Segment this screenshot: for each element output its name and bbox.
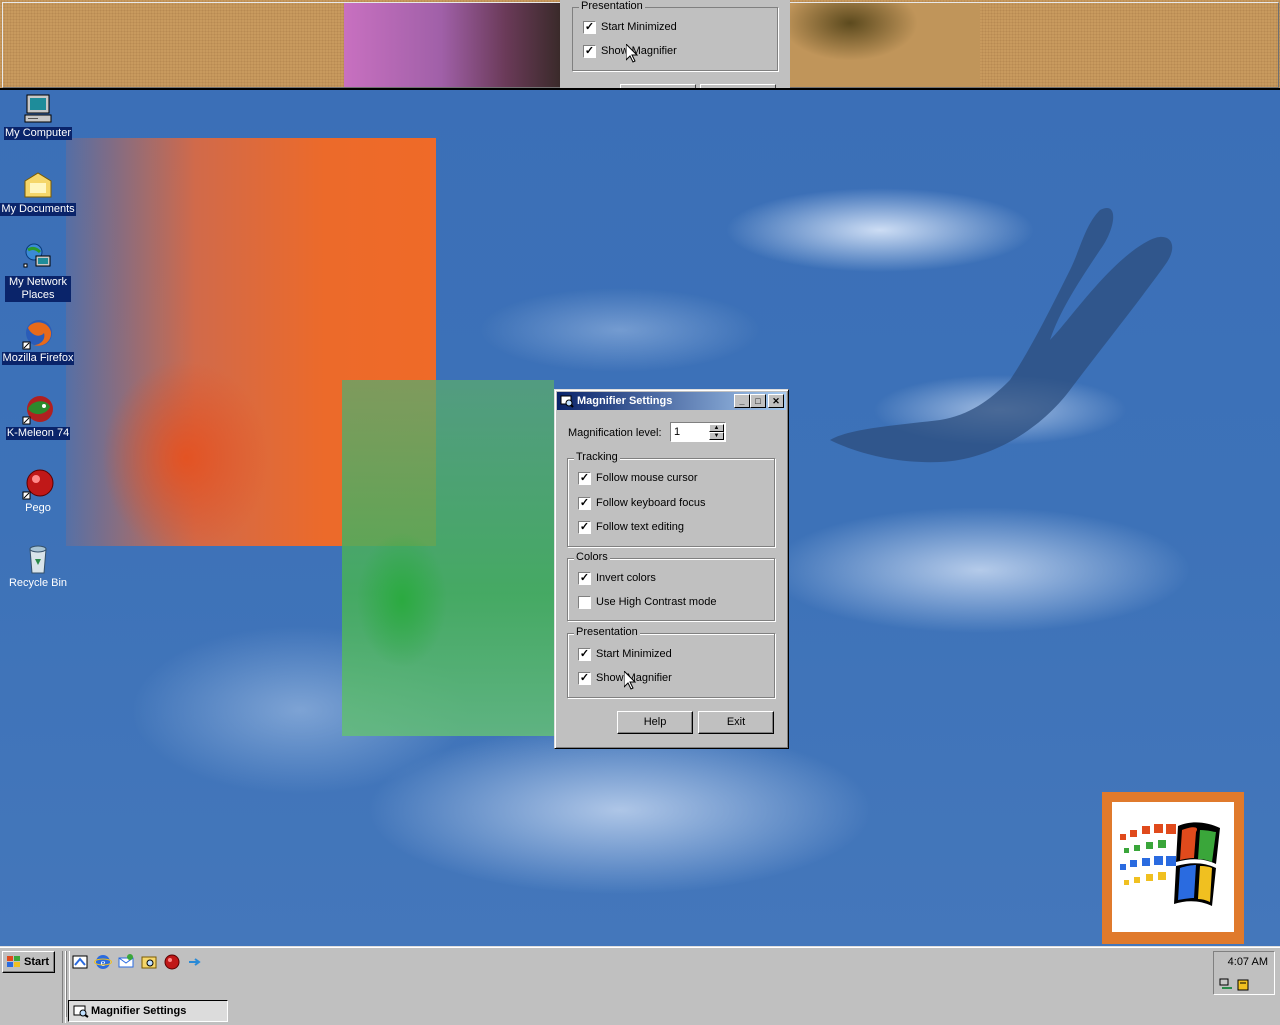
colors-group: Colors ✓ Invert colors Use High Contrast… bbox=[567, 551, 775, 621]
magnifier-view: Presentation ✓ Start Minimized ✓ Show Ma… bbox=[0, 0, 1280, 90]
checkbox-label: Use High Contrast mode bbox=[596, 596, 717, 608]
desktop-icon-my-documents[interactable]: My Documents bbox=[0, 169, 76, 216]
magnified-checkbox-label: Start Minimized bbox=[601, 21, 677, 33]
checkbox-box[interactable] bbox=[578, 596, 591, 609]
taskbar-row-separator bbox=[62, 997, 66, 1023]
minimize-button[interactable]: _ bbox=[734, 394, 750, 408]
exit-button[interactable]: Exit bbox=[698, 711, 774, 734]
volume-tray-icon[interactable] bbox=[1236, 976, 1252, 992]
checkbox-label: Start Minimized bbox=[596, 648, 672, 660]
start-button[interactable]: Start bbox=[2, 951, 55, 973]
taskbar: Start e Magnifier Settings 4:07 AM bbox=[0, 946, 1280, 1025]
outlook-express-icon[interactable] bbox=[117, 953, 135, 971]
desktop-icon-label: Recycle Bin bbox=[8, 577, 68, 589]
mouse-cursor-icon bbox=[624, 671, 636, 690]
magnification-level-label: Magnification level: bbox=[568, 427, 662, 439]
checkbox-box[interactable]: ✓ bbox=[578, 521, 591, 534]
checkbox-box[interactable]: ✓ bbox=[578, 497, 591, 510]
spin-up-button[interactable]: ▲ bbox=[709, 424, 724, 432]
magnifier-icon bbox=[560, 395, 574, 408]
magnifier-icon bbox=[73, 1005, 89, 1018]
magnification-level-spinner[interactable]: ▲ ▼ bbox=[670, 422, 726, 442]
desktop-icon-label: K-Meleon 74 bbox=[5, 427, 71, 440]
desktop-icon-mozilla-firefox[interactable]: Mozilla Firefox bbox=[0, 318, 76, 365]
green-tile bbox=[342, 380, 554, 736]
task-button-magnifier-settings[interactable]: Magnifier Settings bbox=[68, 1000, 228, 1022]
magnified-pink-area bbox=[344, 3, 560, 87]
desktop-icon-label: Mozilla Firefox bbox=[1, 352, 75, 365]
tracking-group: Tracking ✓ Follow mouse cursor ✓ Follow … bbox=[567, 451, 775, 547]
tracking-legend: Tracking bbox=[574, 451, 620, 463]
network-tray-icon[interactable] bbox=[1218, 976, 1234, 992]
internet-explorer-icon[interactable]: e bbox=[94, 953, 112, 971]
desktop-icon-label: Pego bbox=[25, 502, 51, 514]
kmeleon-icon bbox=[22, 393, 54, 425]
magnified-checkbox: ✓ bbox=[583, 45, 596, 58]
magnified-checkbox: ✓ bbox=[583, 21, 596, 34]
window-title: Magnifier Settings bbox=[577, 395, 673, 407]
presentation-group: Presentation ✓ Start Minimized ✓ Show Ma… bbox=[567, 626, 775, 698]
desktop-icon-label: My Network Places bbox=[5, 276, 71, 302]
magnified-group-legend: Presentation bbox=[579, 0, 645, 12]
colors-legend: Colors bbox=[574, 551, 610, 563]
checkbox-label: Follow text editing bbox=[596, 521, 685, 533]
swimmer-silhouette bbox=[830, 208, 1173, 463]
checkbox-box[interactable]: ✓ bbox=[578, 472, 591, 485]
checkbox-label: Invert colors bbox=[596, 572, 656, 584]
checkbox-box[interactable]: ✓ bbox=[578, 648, 591, 661]
recycle-bin-icon bbox=[22, 543, 54, 575]
desktop-icon-k-meleon[interactable]: K-Meleon 74 bbox=[0, 393, 76, 440]
checkbox-label: Follow keyboard focus bbox=[596, 497, 706, 509]
magnified-exit-button bbox=[700, 84, 776, 88]
magnifier-settings-window: Magnifier Settings _ □ ✕ Magnification l… bbox=[554, 389, 789, 749]
start-label: Start bbox=[24, 956, 50, 968]
magnified-checkbox-label: Show Magnifier bbox=[601, 45, 677, 57]
close-button[interactable]: ✕ bbox=[768, 394, 784, 408]
firefox-icon bbox=[22, 318, 54, 350]
magnified-help-button bbox=[620, 84, 696, 88]
folder-icon bbox=[22, 169, 54, 201]
checkbox-label: Follow mouse cursor bbox=[596, 472, 698, 484]
pego-icon[interactable] bbox=[163, 953, 181, 971]
checkbox-box[interactable]: ✓ bbox=[578, 672, 591, 685]
pego-icon bbox=[22, 468, 54, 500]
windows-explorer-icon[interactable] bbox=[140, 953, 158, 971]
magnified-dark-area bbox=[790, 3, 980, 87]
title-bar[interactable]: Magnifier Settings _ □ ✕ bbox=[557, 392, 786, 410]
spinner-arrows: ▲ ▼ bbox=[709, 424, 724, 441]
clock[interactable]: 4:07 AM bbox=[1228, 956, 1268, 968]
windows-flag-icon bbox=[1120, 822, 1220, 906]
my-computer-icon bbox=[22, 93, 54, 125]
windows-flag-icon bbox=[7, 956, 20, 967]
network-icon bbox=[22, 242, 54, 274]
magnified-settings-panel: Presentation ✓ Start Minimized ✓ Show Ma… bbox=[560, 0, 790, 88]
presentation-legend: Presentation bbox=[574, 626, 640, 638]
help-button[interactable]: Help bbox=[617, 711, 693, 734]
desktop-icon-label: My Documents bbox=[0, 203, 76, 216]
desktop-icon-recycle-bin[interactable]: Recycle Bin bbox=[0, 543, 76, 590]
maximize-button[interactable]: □ bbox=[750, 394, 766, 408]
desktop-icon-label: My Computer bbox=[3, 127, 73, 140]
magnified-presentation-group: Presentation ✓ Start Minimized ✓ Show Ma… bbox=[572, 0, 778, 71]
magnified-cursor-icon bbox=[626, 44, 638, 63]
magnification-level-input[interactable] bbox=[673, 425, 709, 439]
arrow-icon[interactable] bbox=[186, 953, 204, 971]
checkbox-box[interactable]: ✓ bbox=[578, 572, 591, 585]
desktop-icon-pego[interactable]: Pego bbox=[0, 468, 76, 515]
task-button-label: Magnifier Settings bbox=[91, 1005, 187, 1017]
spin-down-button[interactable]: ▼ bbox=[709, 432, 724, 440]
desktop-icon-my-computer[interactable]: My Computer bbox=[0, 93, 76, 140]
system-tray: 4:07 AM bbox=[1213, 951, 1275, 995]
windows-logo-tile bbox=[1102, 792, 1244, 944]
desktop-icon-my-network-places[interactable]: My Network Places bbox=[0, 242, 76, 302]
show-desktop-icon[interactable] bbox=[71, 953, 89, 971]
